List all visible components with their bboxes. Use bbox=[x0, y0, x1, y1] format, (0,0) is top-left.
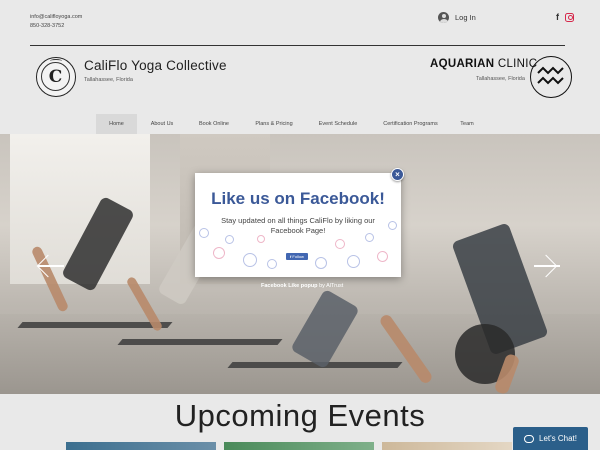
like-bubble bbox=[267, 259, 277, 269]
top-bar: info@califloyoga.com 850-328-3752 Log In… bbox=[0, 0, 600, 46]
clinic-name-bold: AQUARIAN bbox=[430, 58, 495, 70]
follow-label: Follow bbox=[292, 254, 304, 259]
yoga-mat bbox=[117, 339, 283, 345]
chat-label: Let's Chat! bbox=[539, 434, 577, 443]
contact-info: info@califloyoga.com 850-328-3752 bbox=[30, 13, 82, 31]
love-bubble bbox=[377, 251, 388, 262]
credit-bold: Facebook Like popup bbox=[261, 283, 318, 289]
nav-event-schedule[interactable]: Event Schedule bbox=[307, 114, 369, 134]
credit-rest: by AlTrust bbox=[317, 283, 344, 289]
love-bubble bbox=[213, 247, 225, 259]
login-button[interactable]: Log In bbox=[438, 12, 476, 23]
like-bubble bbox=[388, 221, 397, 230]
user-avatar-icon bbox=[438, 12, 449, 23]
site-location: Tallahassee, Florida bbox=[84, 77, 133, 83]
upcoming-events-heading: Upcoming Events bbox=[174, 398, 426, 433]
site-title[interactable]: CaliFlo Yoga Collective bbox=[84, 58, 227, 73]
clinic-location: Tallahassee, Florida bbox=[476, 76, 525, 82]
like-bubble bbox=[243, 253, 257, 267]
clinic-name[interactable]: AQUARIAN CLINIC bbox=[430, 58, 537, 70]
login-label: Log In bbox=[455, 13, 476, 22]
main-nav: Home About Us Book Online Plans & Pricin… bbox=[96, 114, 482, 134]
chat-bubble-icon bbox=[524, 434, 534, 443]
nav-book-online[interactable]: Book Online bbox=[187, 114, 241, 134]
like-bubble bbox=[225, 235, 234, 244]
event-card[interactable] bbox=[66, 442, 216, 450]
love-bubble bbox=[335, 239, 345, 249]
logo-letter: C bbox=[41, 62, 70, 91]
facebook-icon[interactable]: f bbox=[556, 12, 559, 22]
phone-number: 850-328-3752 bbox=[30, 23, 65, 29]
love-bubble bbox=[257, 235, 265, 243]
nav-team[interactable]: Team bbox=[452, 114, 482, 134]
social-links: f bbox=[556, 12, 574, 22]
like-bubble bbox=[347, 255, 360, 268]
facebook-like-popup: Like us on Facebook! Stay updated on all… bbox=[195, 173, 401, 277]
close-popup-icon[interactable]: × bbox=[391, 168, 404, 181]
nav-home[interactable]: Home bbox=[96, 114, 137, 134]
email-link[interactable]: info@califloyoga.com bbox=[30, 13, 82, 22]
like-bubble bbox=[199, 228, 209, 238]
popup-credit[interactable]: Facebook Like popup by AlTrust bbox=[261, 283, 343, 289]
nav-certification-programs[interactable]: Certification Programs bbox=[369, 114, 452, 134]
instagram-icon[interactable] bbox=[565, 12, 574, 22]
like-bubble bbox=[315, 257, 327, 269]
facebook-icon: f bbox=[290, 254, 292, 259]
popup-message: Stay updated on all things CaliFlo by li… bbox=[221, 216, 375, 235]
popup-title: Like us on Facebook! bbox=[211, 189, 385, 208]
califlo-logo[interactable]: C bbox=[36, 57, 76, 97]
nav-about-us[interactable]: About Us bbox=[137, 114, 187, 134]
nav-plans-pricing[interactable]: Plans & Pricing bbox=[241, 114, 307, 134]
facebook-follow-button[interactable]: f Follow bbox=[286, 253, 308, 260]
event-card[interactable] bbox=[382, 442, 512, 450]
chat-button[interactable]: Let's Chat! bbox=[513, 427, 588, 450]
aquarius-logo-icon[interactable] bbox=[530, 56, 572, 98]
event-card[interactable] bbox=[224, 442, 374, 450]
header-divider bbox=[30, 45, 565, 46]
